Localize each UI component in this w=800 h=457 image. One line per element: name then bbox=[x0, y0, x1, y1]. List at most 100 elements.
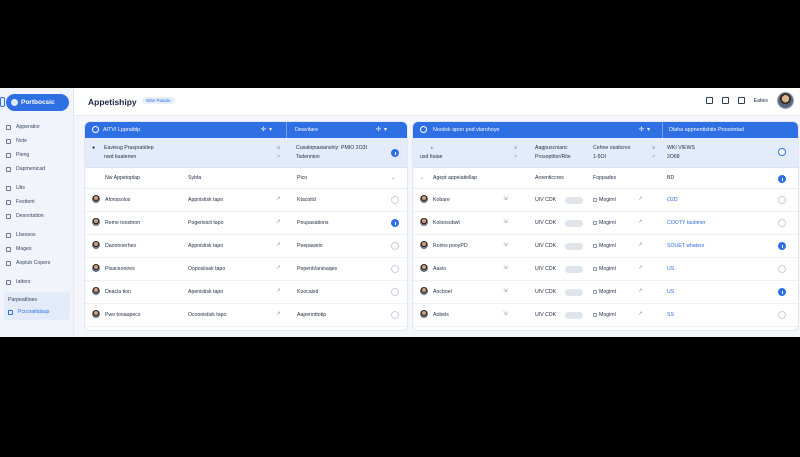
row-checkbox[interactable] bbox=[778, 219, 786, 227]
row-tag: Mogiml bbox=[599, 243, 616, 249]
row-status: UIV CDK bbox=[535, 312, 557, 318]
row-toggle[interactable] bbox=[565, 220, 583, 227]
expand-icon[interactable]: ✣▾ bbox=[261, 126, 275, 133]
row-name: Plsaceonires bbox=[105, 266, 135, 272]
row-checkbox[interactable] bbox=[778, 242, 786, 250]
panel-icon bbox=[92, 126, 99, 133]
row-checkbox[interactable] bbox=[391, 219, 399, 227]
arrow-icon: ↗ bbox=[638, 196, 643, 202]
row-checkbox[interactable] bbox=[391, 242, 399, 250]
row-name: Aobels bbox=[433, 312, 449, 318]
row-checkbox[interactable] bbox=[778, 175, 786, 183]
row-region[interactable]: O2D bbox=[667, 197, 678, 203]
table-row[interactable]: Aobels ⇲ UIV CDK Mogiml ↗ SS bbox=[413, 304, 798, 327]
row-toggle[interactable] bbox=[565, 266, 583, 273]
page-title: Appetishipy bbox=[88, 97, 137, 107]
highlight-b2: 1-5OI bbox=[593, 154, 606, 160]
row-status: UIV CDK bbox=[535, 266, 557, 272]
chevron-down-icon[interactable]: ⌄ bbox=[391, 175, 396, 181]
expand-icon[interactable]: ✣▾ bbox=[639, 126, 653, 133]
panel-toggle-icon[interactable] bbox=[0, 97, 5, 107]
sidebar-item-0[interactable]: Apperatior bbox=[0, 120, 74, 134]
row-checkbox[interactable] bbox=[391, 149, 399, 157]
row-checkbox[interactable] bbox=[391, 265, 399, 273]
row-toggle[interactable] bbox=[565, 243, 583, 250]
arrow-icon: ⇲ bbox=[276, 145, 281, 151]
table-row[interactable]: Afonssolos Appnistisk tapo ↗ Ktacoitd bbox=[85, 189, 407, 212]
sidebar-item-6[interactable]: Desnotation bbox=[0, 209, 74, 223]
nav-icon bbox=[6, 152, 11, 158]
row-type: Appnistisk tapo bbox=[188, 197, 224, 203]
row-toggle[interactable] bbox=[565, 289, 583, 296]
table-row[interactable]: Kolonsobwt ⇲ UIV CDK Mogiml ↗ COOTY taut… bbox=[413, 212, 798, 235]
account-label[interactable]: Eaties bbox=[754, 98, 768, 104]
row-region[interactable]: US bbox=[667, 289, 674, 295]
row-region[interactable]: COOTY tautimer bbox=[667, 220, 706, 226]
brand-icon bbox=[11, 99, 18, 106]
table-row[interactable]: Pwo tooaapecs Ocoonistisk tapo ↗ Aapennt… bbox=[85, 304, 407, 327]
row-checkbox[interactable] bbox=[778, 288, 786, 296]
row-checkbox[interactable] bbox=[391, 288, 399, 296]
info-icon: ▸ bbox=[431, 145, 434, 151]
row-region[interactable]: SS bbox=[667, 312, 674, 318]
row-checkbox[interactable] bbox=[391, 196, 399, 204]
row-toggle[interactable] bbox=[565, 312, 583, 319]
sidebar-group-item-0[interactable]: Parpeattioes bbox=[4, 294, 70, 306]
row-toggle[interactable] bbox=[565, 197, 583, 204]
row-checkbox[interactable] bbox=[778, 311, 786, 319]
row-checkbox[interactable] bbox=[778, 148, 786, 156]
sidebar-item-4[interactable]: Uits bbox=[0, 181, 74, 195]
sidebar-item-1[interactable]: Note bbox=[0, 134, 74, 148]
sidebar-group-item-1[interactable]: Pcrcnaitidaup bbox=[4, 306, 70, 318]
column-header[interactable]: Pico bbox=[297, 175, 307, 181]
row-type: Ocoonistisk tapo bbox=[188, 312, 227, 318]
tag-icon bbox=[593, 197, 597, 202]
table-row[interactable]: Deacla tion Apenistisk tapo ↗ Koocaisd bbox=[85, 281, 407, 304]
table-row[interactable]: Aasio ⇲ UIV CDK Mogiml ↗ US bbox=[413, 258, 798, 281]
sidebar-item-2[interactable]: Pieng bbox=[0, 148, 74, 162]
table-row[interactable]: Daoonoerhes Appnistisk tapo ↗ Peepaweio bbox=[85, 235, 407, 258]
table-row[interactable]: Aocboel ⇲ UIV CDK Mogimt ↗ US bbox=[413, 281, 798, 304]
avatar[interactable] bbox=[777, 92, 794, 109]
sidebar-item-3[interactable]: Dapmenicad bbox=[0, 162, 74, 176]
row-checkbox[interactable] bbox=[391, 311, 399, 319]
row-value: Pepenti/anioaqes bbox=[297, 266, 338, 272]
table-row[interactable]: Reme toostnon Pogerisicit tapo ↗ Peupasa… bbox=[85, 212, 407, 235]
sidebar-item-10[interactable]: Iatters bbox=[0, 275, 74, 289]
column-header[interactable]: Sybta bbox=[188, 175, 201, 181]
row-checkbox[interactable] bbox=[778, 265, 786, 273]
row-status: UIV CDK bbox=[535, 220, 557, 226]
row-value: Peupasations bbox=[297, 220, 329, 226]
chevron-down-icon[interactable]: ⌄ bbox=[420, 175, 424, 181]
row-checkbox[interactable] bbox=[778, 196, 786, 204]
sidebar-item-8[interactable]: Mages bbox=[0, 242, 74, 256]
column-header[interactable]: Foppades bbox=[593, 175, 616, 181]
clipboard-icon[interactable] bbox=[721, 97, 729, 104]
column-header[interactable]: Aroenticcres bbox=[535, 175, 564, 181]
row-region[interactable]: US bbox=[667, 266, 674, 272]
expand-icon-2[interactable]: ✣▾ bbox=[376, 126, 390, 133]
column-header[interactable]: Agept appeiatiellap bbox=[433, 175, 477, 181]
row-region[interactable]: SOUET whaters bbox=[667, 243, 704, 249]
table-row[interactable]: Roims pooyPD ⇲ UIV CDK Mogiml ↗ SOUET wh… bbox=[413, 235, 798, 258]
column-header[interactable]: Nw Appetoplap bbox=[105, 175, 140, 181]
sidebar-item-label: Note bbox=[16, 138, 27, 144]
arrow-icon: ⇲ bbox=[651, 145, 656, 151]
arrow-icon: ↗ bbox=[276, 242, 281, 248]
table-row[interactable]: Plsaceonires Ooposiisak tapo ↗ Pepenti/a… bbox=[85, 258, 407, 281]
sidebar-item-9[interactable]: Aoplub Copers bbox=[0, 256, 74, 270]
table-row[interactable]: Kobare ⇲ UIV CDK Mogiml ↗ O2D bbox=[413, 189, 798, 212]
left-panel-col2-title: Deavitare bbox=[295, 127, 319, 133]
workspace-badge[interactable]: Wite Paitale bbox=[142, 97, 175, 104]
notification-icon[interactable] bbox=[705, 97, 713, 104]
sidebar-item-5[interactable]: Festtent bbox=[0, 195, 74, 209]
right-highlight-row[interactable]: ▸ usd Itaiae ⇲ ↗ Aagpuscnianc Prosopttio… bbox=[413, 138, 798, 168]
left-highlight-row[interactable]: ● Eavieug Praspratidep nwd kuatenen ⇲ ↗ … bbox=[85, 138, 407, 168]
column-header[interactable]: BD bbox=[667, 175, 674, 181]
topbar-actions: Eaties bbox=[705, 92, 794, 109]
row-value: Aapennttotip bbox=[297, 312, 327, 318]
mail-icon[interactable] bbox=[737, 97, 745, 104]
brand-button[interactable]: Portbocsic bbox=[6, 94, 69, 111]
sidebar-item-7[interactable]: Lbeosos bbox=[0, 228, 74, 242]
sidebar-group: Parpeattioes Pcrcnaitidaup bbox=[4, 292, 70, 320]
